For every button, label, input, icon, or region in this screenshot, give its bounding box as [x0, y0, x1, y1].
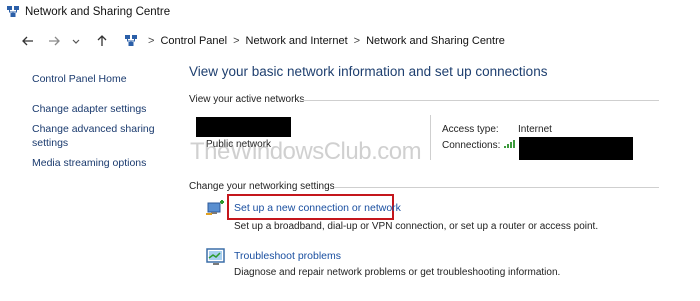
vertical-divider: [430, 115, 431, 160]
address-bar[interactable]: > Control Panel > Network and Internet >…: [124, 29, 505, 53]
forward-button[interactable]: [44, 31, 64, 51]
network-type-label: Public network: [206, 139, 272, 150]
connections-label: Connections:: [442, 140, 501, 151]
breadcrumb-network-and-internet[interactable]: Network and Internet: [246, 35, 348, 47]
signal-strength-icon: [504, 140, 515, 148]
set-up-new-connection-link[interactable]: Set up a new connection or network: [234, 202, 401, 214]
window-title: Network and Sharing Centre: [25, 6, 171, 18]
access-type-value: Internet: [518, 124, 552, 135]
access-type-label: Access type:: [442, 124, 499, 135]
set-up-connection-description: Set up a broadband, dial-up or VPN conne…: [234, 221, 599, 232]
breadcrumb-network-and-sharing-centre[interactable]: Network and Sharing Centre: [366, 35, 505, 47]
breadcrumb-separator: >: [353, 35, 361, 47]
back-button[interactable]: [18, 31, 38, 51]
arrow-up-icon: [97, 35, 107, 46]
redacted-network-name: [196, 117, 291, 137]
network-centre-icon: [125, 35, 137, 46]
sidebar-item-control-panel-home[interactable]: Control Panel Home: [32, 72, 182, 86]
divider: [303, 100, 659, 101]
troubleshoot-problems-link[interactable]: Troubleshoot problems: [234, 250, 341, 262]
network-centre-icon: [7, 6, 19, 17]
redacted-connection-name: [519, 137, 633, 160]
breadcrumb-separator: >: [148, 35, 155, 47]
title-bar: Network and Sharing Centre: [0, 0, 700, 24]
breadcrumb-separator: >: [233, 35, 240, 47]
recent-locations-button[interactable]: [66, 31, 86, 51]
breadcrumb-control-panel[interactable]: Control Panel: [160, 35, 227, 47]
sidebar-item-media-streaming-options[interactable]: Media streaming options: [32, 156, 182, 170]
arrow-left-icon: [22, 36, 33, 46]
active-networks-header: View your active networks: [189, 94, 305, 105]
arrow-right-icon: [49, 36, 60, 46]
change-settings-header: Change your networking settings: [189, 181, 335, 192]
sidebar-item-change-adapter-settings[interactable]: Change adapter settings: [32, 102, 182, 116]
troubleshoot-description: Diagnose and repair network problems or …: [234, 267, 561, 278]
sidebar-item-change-advanced-sharing-settings[interactable]: Change advanced sharing settings: [32, 122, 182, 150]
up-button[interactable]: [92, 31, 112, 51]
troubleshoot-icon: [206, 248, 225, 265]
divider: [335, 187, 659, 188]
chevron-down-icon: [72, 39, 80, 44]
new-connection-icon: [206, 200, 224, 215]
page-title: View your basic network information and …: [189, 64, 548, 79]
sidebar: Control Panel Home Change adapter settin…: [32, 72, 182, 176]
navigation-bar: > Control Panel > Network and Internet >…: [0, 26, 700, 56]
